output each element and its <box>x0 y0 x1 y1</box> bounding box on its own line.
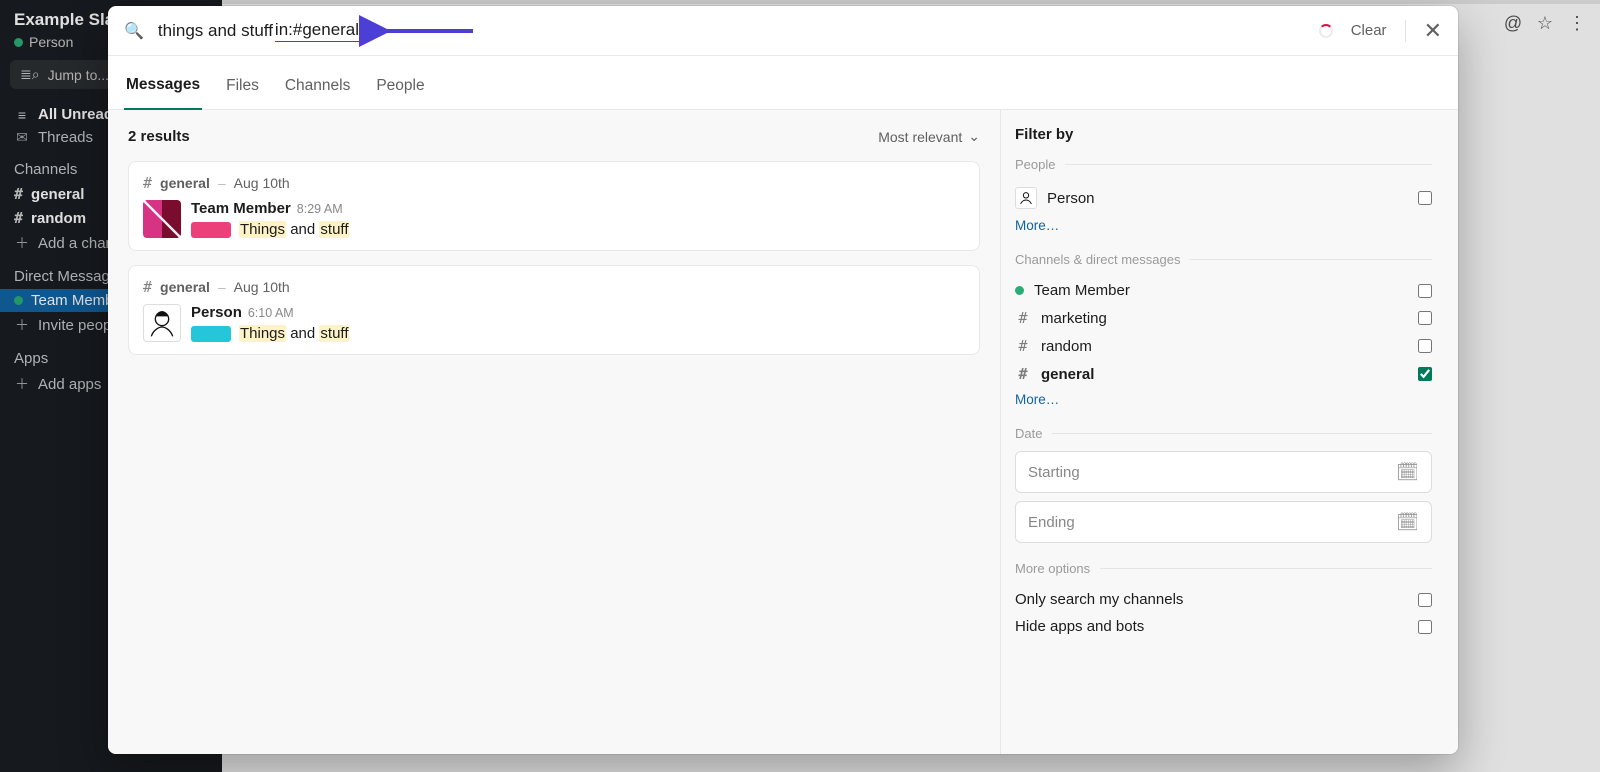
presence-dot-icon <box>1015 286 1024 295</box>
results-count: 2 results <box>128 128 190 145</box>
checkbox[interactable] <box>1418 367 1432 381</box>
result-date: Aug 10th <box>234 175 290 191</box>
filter-entry-team-member[interactable]: Team Member <box>1015 277 1432 304</box>
avatar-icon <box>1015 187 1037 209</box>
more-channels[interactable]: More… <box>1015 392 1059 407</box>
hash-icon: # <box>1015 337 1031 355</box>
result-time: 8:29 AM <box>297 202 343 216</box>
filter-more-options-label: More options <box>1015 561 1432 576</box>
tab-files[interactable]: Files <box>224 77 261 109</box>
filter-date-label: Date <box>1015 426 1432 441</box>
results-pane: 2 results Most relevant⌄ #general–Aug 10… <box>108 110 1000 754</box>
filter-entry-general[interactable]: #general <box>1015 360 1432 388</box>
attachment-chip-icon <box>191 326 231 342</box>
hash-icon: # <box>143 278 152 296</box>
hash-icon: # <box>1015 365 1031 383</box>
search-modal: 🔍 things and stuff in:#general Clear ✕ M… <box>108 6 1458 754</box>
avatar <box>143 304 181 342</box>
filter-entry-marketing[interactable]: #marketing <box>1015 304 1432 332</box>
checkbox[interactable] <box>1418 311 1432 325</box>
tab-people[interactable]: People <box>374 77 426 109</box>
more-people[interactable]: More… <box>1015 218 1059 233</box>
result-text: Things and stuff <box>239 325 349 342</box>
checkbox[interactable] <box>1418 339 1432 353</box>
sort-dropdown[interactable]: Most relevant⌄ <box>878 128 980 145</box>
filter-only-my-channels[interactable]: Only search my channels <box>1015 586 1432 613</box>
search-result[interactable]: #general–Aug 10th Person6:10 AM Things a… <box>128 265 980 355</box>
date-ending-input[interactable] <box>1028 514 1396 531</box>
close-icon[interactable]: ✕ <box>1424 20 1442 42</box>
text-cursor-icon <box>362 21 363 41</box>
date-starting-input[interactable] <box>1028 464 1396 481</box>
result-channel: general <box>160 175 210 191</box>
search-icon: 🔍 <box>124 21 144 41</box>
attachment-chip-icon <box>191 222 231 238</box>
result-channel: general <box>160 279 210 295</box>
result-time: 6:10 AM <box>248 306 294 320</box>
tab-channels[interactable]: Channels <box>283 77 353 109</box>
hash-icon: # <box>1015 309 1031 327</box>
filter-hide-apps-bots[interactable]: Hide apps and bots <box>1015 613 1432 640</box>
result-text: Things and stuff <box>239 221 349 238</box>
filter-title: Filter by <box>1015 126 1432 143</box>
checkbox[interactable] <box>1418 593 1432 607</box>
search-modifier: in:#general <box>275 20 359 42</box>
search-input[interactable]: things and stuff in:#general <box>158 20 473 42</box>
search-tabs: Messages Files Channels People <box>108 56 1458 110</box>
calendar-icon[interactable]: 🗓 <box>1396 462 1419 483</box>
hash-icon: # <box>143 174 152 192</box>
divider <box>1405 20 1406 42</box>
avatar <box>143 200 181 238</box>
calendar-icon[interactable]: 🗓 <box>1396 512 1419 533</box>
annotation-arrow-icon <box>377 21 473 41</box>
filter-person[interactable]: Person <box>1015 182 1432 214</box>
date-ending[interactable]: 🗓 <box>1015 501 1432 543</box>
search-query-text: things and stuff <box>158 21 273 41</box>
filter-people-label: People <box>1015 157 1432 172</box>
tab-messages[interactable]: Messages <box>124 76 202 110</box>
checkbox[interactable] <box>1418 284 1432 298</box>
date-starting[interactable]: 🗓 <box>1015 451 1432 493</box>
result-author: Team Member <box>191 200 291 217</box>
chevron-down-icon: ⌄ <box>968 128 980 145</box>
result-date: Aug 10th <box>234 279 290 295</box>
checkbox[interactable] <box>1418 191 1432 205</box>
result-author: Person <box>191 304 242 321</box>
filter-entry-random[interactable]: #random <box>1015 332 1432 360</box>
loading-spinner-icon <box>1319 24 1333 38</box>
filter-channels-label: Channels & direct messages <box>1015 252 1432 267</box>
clear-button[interactable]: Clear <box>1351 22 1387 39</box>
search-result[interactable]: #general–Aug 10th Team Member8:29 AM Thi… <box>128 161 980 251</box>
checkbox[interactable] <box>1418 620 1432 634</box>
filters-pane: Filter by People Person More… Channels &… <box>1000 110 1458 754</box>
